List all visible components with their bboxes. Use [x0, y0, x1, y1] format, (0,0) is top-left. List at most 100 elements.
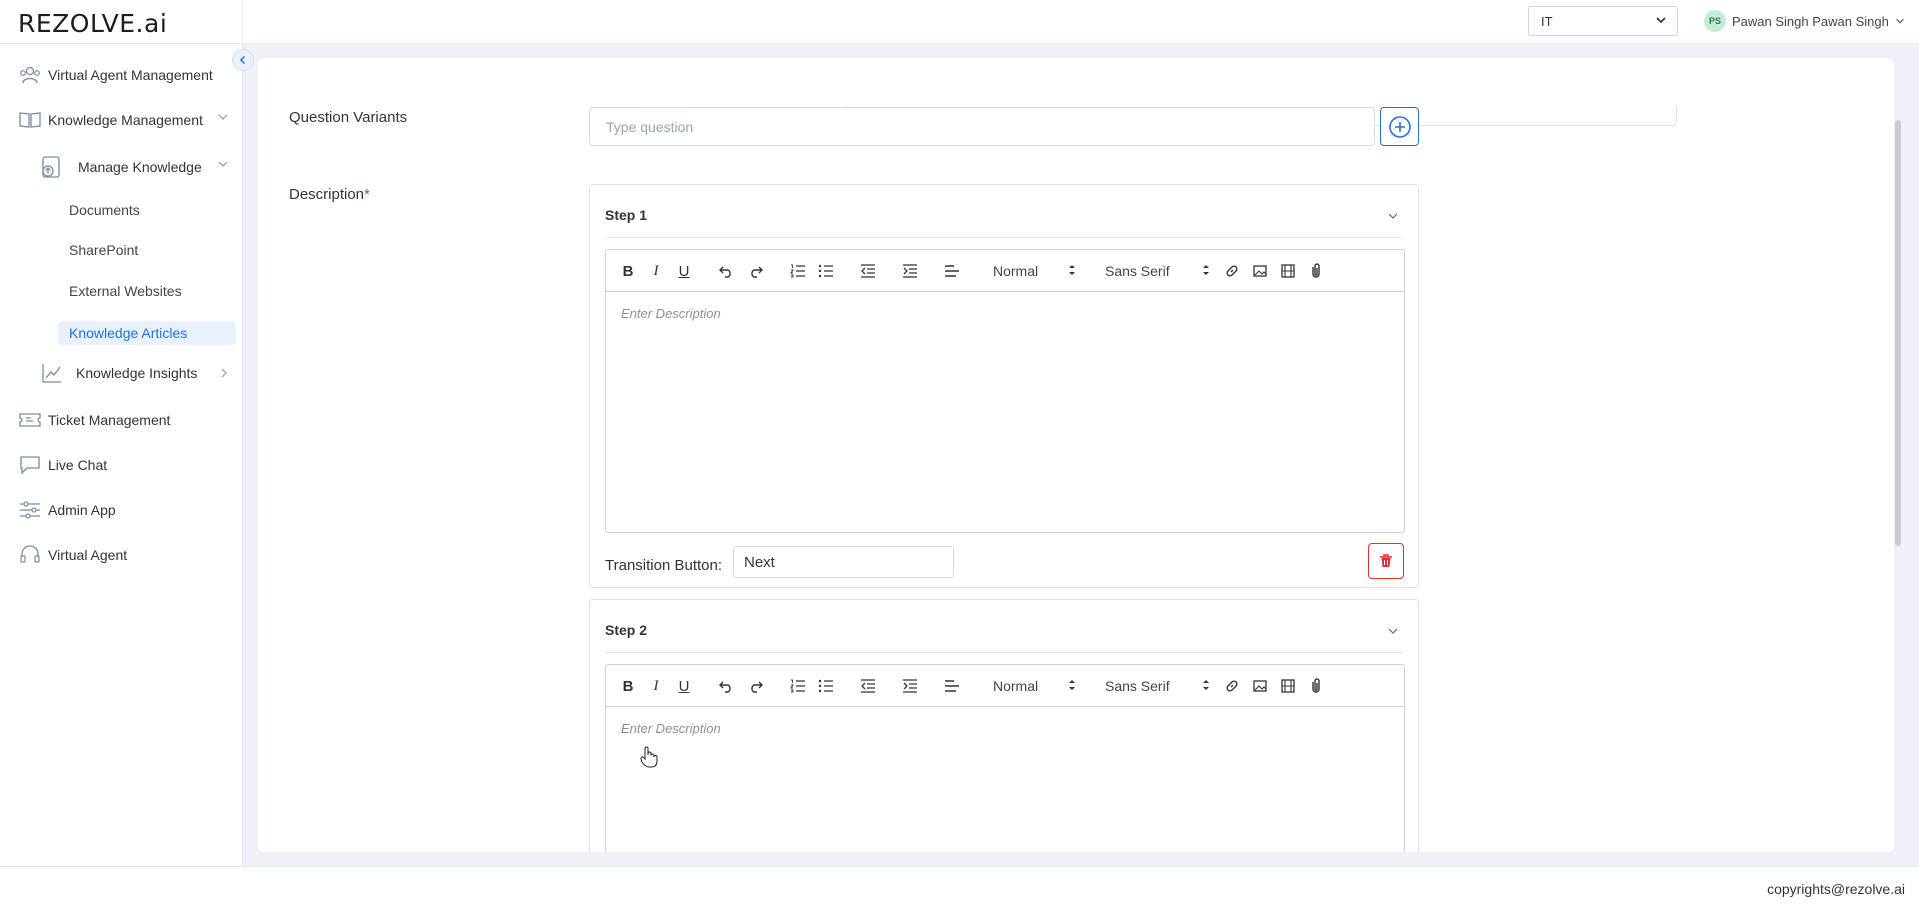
- align-icon[interactable]: [942, 260, 962, 282]
- sidebar-item-admin-app[interactable]: Admin App: [18, 498, 116, 522]
- redo-icon[interactable]: [746, 675, 766, 697]
- chevron-left-icon: [239, 55, 246, 65]
- font-select-value: Sans Serif: [1105, 678, 1170, 694]
- chevron-right-icon: [220, 368, 228, 381]
- ticket-icon: [18, 408, 42, 432]
- step-title: Step 2: [605, 622, 648, 638]
- indent-icon[interactable]: [900, 260, 920, 282]
- bullet-list-icon[interactable]: [816, 260, 836, 282]
- top-header: REZOLVE.ai IT PS Pawan Singh Pawan Singh: [0, 0, 1919, 44]
- headset-icon: [18, 543, 42, 567]
- ordered-list-icon[interactable]: [788, 260, 808, 282]
- format-select-value: Normal: [993, 263, 1039, 279]
- sidebar-item-knowledge-insights[interactable]: Knowledge Insights: [40, 361, 197, 385]
- bullet-list-icon[interactable]: [816, 675, 836, 697]
- format-select[interactable]: Normal: [993, 263, 1075, 279]
- link-icon[interactable]: [1222, 260, 1242, 282]
- attachment-icon[interactable]: [1306, 675, 1326, 697]
- sidebar-item-label: Virtual Agent Management: [48, 67, 213, 83]
- indent-icon[interactable]: [900, 675, 920, 697]
- undo-icon[interactable]: [716, 675, 736, 697]
- delete-step-button[interactable]: [1368, 543, 1404, 579]
- sidebar-item-knowledge-articles[interactable]: Knowledge Articles: [58, 321, 236, 345]
- rezolve-logo[interactable]: REZOLVE.ai: [18, 9, 167, 38]
- outdent-icon[interactable]: [858, 675, 878, 697]
- chevron-down-icon[interactable]: [1388, 622, 1398, 638]
- chevron-down-icon: [1895, 14, 1905, 29]
- italic-icon[interactable]: I: [646, 260, 666, 282]
- font-select[interactable]: Sans Serif: [1105, 263, 1209, 279]
- attachment-icon[interactable]: [1306, 260, 1326, 282]
- chat-icon: [18, 453, 42, 477]
- chevron-down-icon: [218, 159, 228, 171]
- editor-toolbar: B I U Normal Sans Serif: [606, 250, 1404, 292]
- sidebar-item-sharepoint[interactable]: SharePoint: [69, 242, 138, 258]
- video-icon[interactable]: [1278, 260, 1298, 282]
- sidebar-item-documents[interactable]: Documents: [69, 202, 140, 218]
- avatar: PS: [1704, 10, 1726, 32]
- underline-icon[interactable]: U: [674, 675, 694, 697]
- format-select[interactable]: Normal: [993, 678, 1075, 694]
- ordered-list-icon[interactable]: [788, 675, 808, 697]
- sidebar-item-knowledge-management[interactable]: Knowledge Management: [18, 108, 203, 132]
- question-input[interactable]: Type question: [589, 107, 1375, 146]
- chevron-down-icon: [1655, 14, 1667, 29]
- chevron-down-icon: [218, 112, 228, 124]
- step-card: Step 1 B I U Normal Sans Serif Enter Des…: [589, 184, 1419, 588]
- sort-icon: [1202, 678, 1210, 695]
- sort-icon: [1068, 678, 1076, 695]
- tenant-select[interactable]: IT: [1528, 6, 1678, 36]
- sort-icon: [1068, 263, 1076, 280]
- format-select-value: Normal: [993, 678, 1039, 694]
- outdent-icon[interactable]: [858, 260, 878, 282]
- header-divider: [242, 0, 243, 44]
- sidebar-item-ticket-management[interactable]: Ticket Management: [18, 408, 170, 432]
- sidebar-item-live-chat[interactable]: Live Chat: [18, 453, 107, 477]
- footer: copyrights@rezolve.ai: [0, 866, 1919, 910]
- sidebar-item-virtual-agent-management[interactable]: Virtual Agent Management: [18, 63, 213, 87]
- scrollbar[interactable]: [1895, 120, 1901, 546]
- italic-icon[interactable]: I: [646, 675, 666, 697]
- step-title: Step 1: [605, 207, 648, 223]
- align-icon[interactable]: [942, 675, 962, 697]
- description-editor[interactable]: Enter Description: [606, 292, 1404, 335]
- trash-icon: [1380, 554, 1392, 567]
- sidebar-item-manage-knowledge[interactable]: Manage Knowledge: [38, 153, 202, 181]
- sidebar-collapse-button[interactable]: [232, 49, 254, 71]
- bold-icon[interactable]: B: [618, 675, 638, 697]
- sidebar-item-virtual-agent[interactable]: Virtual Agent: [18, 543, 127, 567]
- required-mark: *: [364, 186, 370, 203]
- copyright-text: copyrights@rezolve.ai: [1767, 881, 1905, 897]
- rich-text-editor: B I U Normal Sans Serif Enter Descriptio…: [605, 664, 1405, 852]
- rich-text-editor: B I U Normal Sans Serif Enter Descriptio…: [605, 249, 1405, 533]
- sidebar-item-label: Ticket Management: [48, 412, 171, 428]
- sidebar-item-label: Virtual Agent: [48, 547, 128, 563]
- sidebar-item-label: Knowledge Articles: [69, 325, 188, 341]
- main-content: Question Variants Type question Descript…: [258, 58, 1894, 852]
- editor-toolbar: B I U Normal Sans Serif: [606, 665, 1404, 707]
- video-icon[interactable]: [1278, 675, 1298, 697]
- redo-icon[interactable]: [746, 260, 766, 282]
- sidebar-item-external-websites[interactable]: External Websites: [69, 283, 182, 299]
- divider: [605, 652, 1403, 653]
- book-icon: [18, 108, 42, 132]
- underline-icon[interactable]: U: [674, 260, 694, 282]
- image-icon[interactable]: [1250, 675, 1270, 697]
- user-name: Pawan Singh Pawan Singh: [1732, 13, 1889, 29]
- chevron-down-icon[interactable]: [1388, 207, 1398, 223]
- image-icon[interactable]: [1250, 260, 1270, 282]
- undo-icon[interactable]: [716, 260, 736, 282]
- user-menu[interactable]: PS Pawan Singh Pawan Singh: [1704, 10, 1905, 32]
- users-icon: [18, 63, 42, 87]
- add-question-button[interactable]: [1380, 107, 1419, 146]
- hand-cursor-icon: [640, 746, 658, 771]
- description-editor[interactable]: Enter Description: [606, 707, 1404, 750]
- font-select[interactable]: Sans Serif: [1105, 678, 1209, 694]
- sidebar-item-label: Manage Knowledge: [78, 159, 202, 175]
- bold-icon[interactable]: B: [618, 260, 638, 282]
- font-select-value: Sans Serif: [1105, 263, 1170, 279]
- plus-circle-icon: [1388, 115, 1411, 138]
- link-icon[interactable]: [1222, 675, 1242, 697]
- description-label-text: Description: [289, 186, 365, 203]
- transition-button-input[interactable]: Next: [733, 546, 954, 578]
